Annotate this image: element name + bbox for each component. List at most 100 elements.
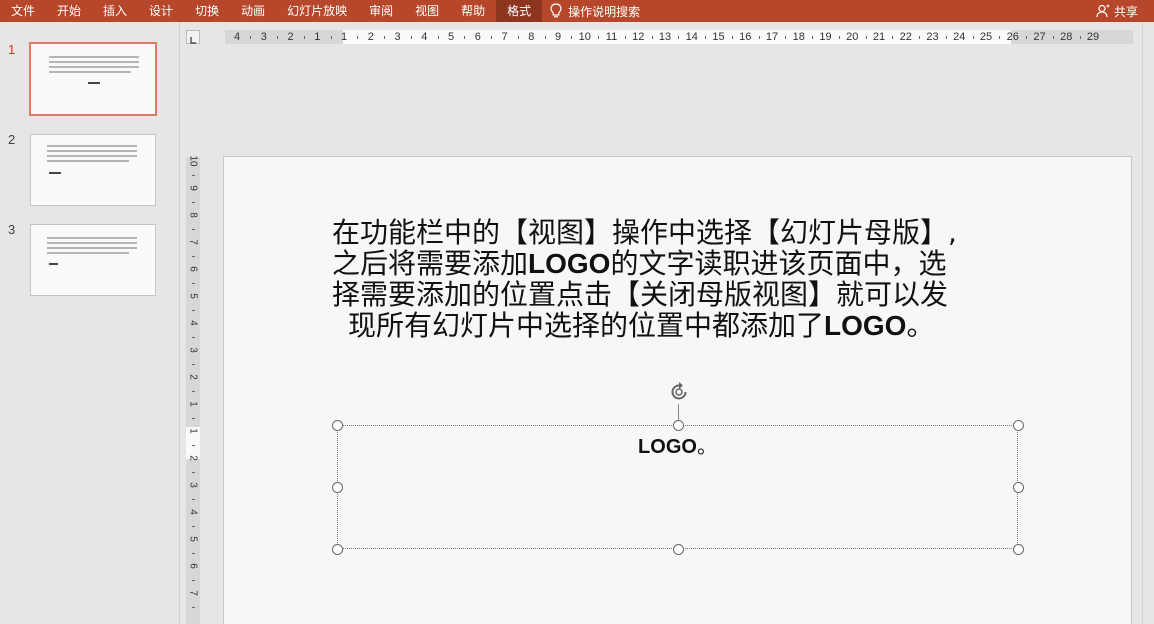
vertical-scrollbar[interactable] bbox=[1142, 22, 1154, 624]
ruler-number: 4 bbox=[233, 31, 241, 43]
ruler-number: 24 bbox=[953, 31, 966, 43]
ruler-tick bbox=[464, 36, 466, 39]
rotate-handle-icon[interactable] bbox=[667, 380, 691, 404]
tab-design[interactable]: 设计 bbox=[138, 0, 184, 22]
ruler-number: 5 bbox=[187, 293, 199, 299]
tab-transitions[interactable]: 切换 bbox=[184, 0, 230, 22]
thumbnail-number: 2 bbox=[8, 132, 16, 147]
ruler-number: 11 bbox=[605, 31, 618, 43]
ruler-number: 4 bbox=[421, 31, 428, 43]
lightbulb-icon bbox=[550, 3, 562, 18]
ruler-number: 2 bbox=[287, 31, 294, 43]
ruler-number: 14 bbox=[685, 31, 698, 43]
ruler-number: 9 bbox=[554, 31, 562, 43]
tab-file[interactable]: 文件 bbox=[0, 0, 46, 22]
ruler-number: 8 bbox=[187, 212, 199, 218]
ruler-tick bbox=[192, 525, 195, 527]
ruler-tick bbox=[192, 498, 195, 500]
paragraph-line-4: 现所有幻灯片中选择的位置中都添加了LOGO。 bbox=[348, 309, 935, 342]
tab-view[interactable]: 视图 bbox=[404, 0, 450, 22]
resize-handle-top-left[interactable] bbox=[332, 420, 343, 431]
resize-handle-right[interactable] bbox=[1013, 482, 1024, 493]
ruler-number: 3 bbox=[260, 31, 267, 43]
tab-review[interactable]: 审阅 bbox=[358, 0, 404, 22]
paragraph-line-1: 在功能栏中的【视图】操作中选择【幻灯片母版】, bbox=[332, 216, 957, 249]
ruler-tick bbox=[303, 36, 305, 39]
ruler-tick bbox=[192, 390, 195, 392]
slide-thumbnail-pane: 1 2 3 bbox=[0, 22, 180, 624]
ruler-number: 7 bbox=[187, 590, 199, 596]
ruler-tick bbox=[250, 36, 252, 39]
ruler-number: 6 bbox=[187, 266, 199, 272]
paragraph-line-3: 择需要添加的位置点击【关闭母版视图】就可以发 bbox=[332, 278, 949, 311]
ruler-number: 23 bbox=[926, 31, 939, 43]
resize-handle-top[interactable] bbox=[673, 420, 684, 431]
ruler-number: 1 bbox=[187, 428, 199, 434]
resize-handle-bottom-left[interactable] bbox=[332, 544, 343, 555]
tab-help[interactable]: 帮助 bbox=[450, 0, 496, 22]
person-icon bbox=[1096, 4, 1110, 18]
ruler-number: 1 bbox=[314, 31, 321, 43]
ruler-number: 19 bbox=[819, 31, 832, 43]
tab-home[interactable]: 开始 bbox=[46, 0, 92, 22]
ribbon-tab-bar: 文件 开始 插入 设计 切换 动画 幻灯片放映 审阅 视图 帮助 格式 操作说明… bbox=[0, 0, 1154, 22]
ruler-number: 15 bbox=[712, 31, 725, 43]
ruler-tick bbox=[1052, 36, 1054, 39]
resize-handle-left[interactable] bbox=[332, 482, 343, 493]
ruler-number: 8 bbox=[528, 31, 535, 43]
tab-animations[interactable]: 动画 bbox=[230, 0, 276, 22]
ruler-tick bbox=[785, 36, 787, 39]
ruler-number: 5 bbox=[447, 31, 455, 43]
ruler-number: 6 bbox=[187, 563, 199, 569]
ruler-tick bbox=[192, 417, 195, 419]
share-label: 共享 bbox=[1113, 4, 1138, 19]
slide-body-text[interactable]: 在功能栏中的【视图】操作中选择【幻灯片母版】, 之后将需要添加LOGO的文字读职… bbox=[332, 217, 1012, 341]
ruler-number: 2 bbox=[187, 455, 199, 461]
ruler-tick bbox=[192, 471, 195, 473]
ruler-number: 20 bbox=[846, 31, 859, 43]
ruler-tick bbox=[758, 36, 760, 39]
ruler-number: 5 bbox=[187, 536, 199, 542]
tab-insert[interactable]: 插入 bbox=[92, 0, 138, 22]
tell-me-search[interactable]: 操作说明搜索 bbox=[550, 3, 640, 20]
slide-thumbnail-3[interactable] bbox=[30, 224, 156, 296]
horizontal-ruler[interactable]: 4 3 2 1 1 2 3 4 5 6 7 8 9 10 11 12 13 14 15 16 17 18 19 20 21 22 2… bbox=[225, 30, 1133, 44]
ruler-tick bbox=[517, 36, 519, 39]
tell-me-label: 操作说明搜索 bbox=[568, 4, 641, 19]
slide-thumbnail-1[interactable] bbox=[29, 42, 157, 116]
ruler-tick bbox=[437, 36, 439, 39]
ruler-tick bbox=[972, 36, 974, 39]
ruler-number: 16 bbox=[739, 31, 752, 43]
slide-canvas[interactable]: 在功能栏中的【视图】操作中选择【幻灯片母版】, 之后将需要添加LOGO的文字读职… bbox=[223, 156, 1132, 624]
ruler-tick bbox=[1079, 36, 1081, 39]
ruler-tick bbox=[192, 309, 195, 311]
ruler-number: 6 bbox=[474, 31, 481, 43]
ruler-number: 7 bbox=[187, 239, 199, 245]
ruler-tick bbox=[731, 36, 733, 39]
ruler-tick bbox=[705, 36, 707, 39]
tab-selector[interactable] bbox=[186, 30, 200, 44]
ruler-number: 17 bbox=[765, 31, 779, 43]
ruler-tick bbox=[192, 579, 195, 581]
tab-slideshow[interactable]: 幻灯片放映 bbox=[276, 0, 358, 22]
slide-thumbnail-2[interactable] bbox=[30, 134, 156, 206]
ruler-number: 10 bbox=[187, 155, 199, 167]
ruler-tick bbox=[277, 36, 279, 39]
ruler-number: 2 bbox=[367, 31, 374, 43]
resize-handle-bottom-right[interactable] bbox=[1013, 544, 1024, 555]
ruler-number: 25 bbox=[979, 31, 993, 43]
ruler-tick bbox=[410, 36, 412, 39]
resize-handle-bottom[interactable] bbox=[673, 544, 684, 555]
vertical-ruler[interactable]: 10 9 8 7 6 5 4 3 2 1 1 2 3 4 5 6 7 bbox=[186, 155, 200, 624]
tab-format[interactable]: 格式 bbox=[496, 0, 543, 22]
ruler-tick bbox=[598, 36, 600, 39]
ruler-tick bbox=[192, 363, 195, 365]
ruler-number: 29 bbox=[1086, 31, 1100, 43]
selected-logo-textbox[interactable]: LOGO。 bbox=[332, 382, 1024, 555]
ruler-number: 9 bbox=[187, 185, 199, 191]
ruler-number: 3 bbox=[187, 482, 199, 488]
share-button[interactable]: 共享 bbox=[1096, 0, 1138, 22]
resize-handle-top-right[interactable] bbox=[1013, 420, 1024, 431]
ruler-tick bbox=[838, 36, 840, 39]
ruler-number: 7 bbox=[501, 31, 508, 43]
